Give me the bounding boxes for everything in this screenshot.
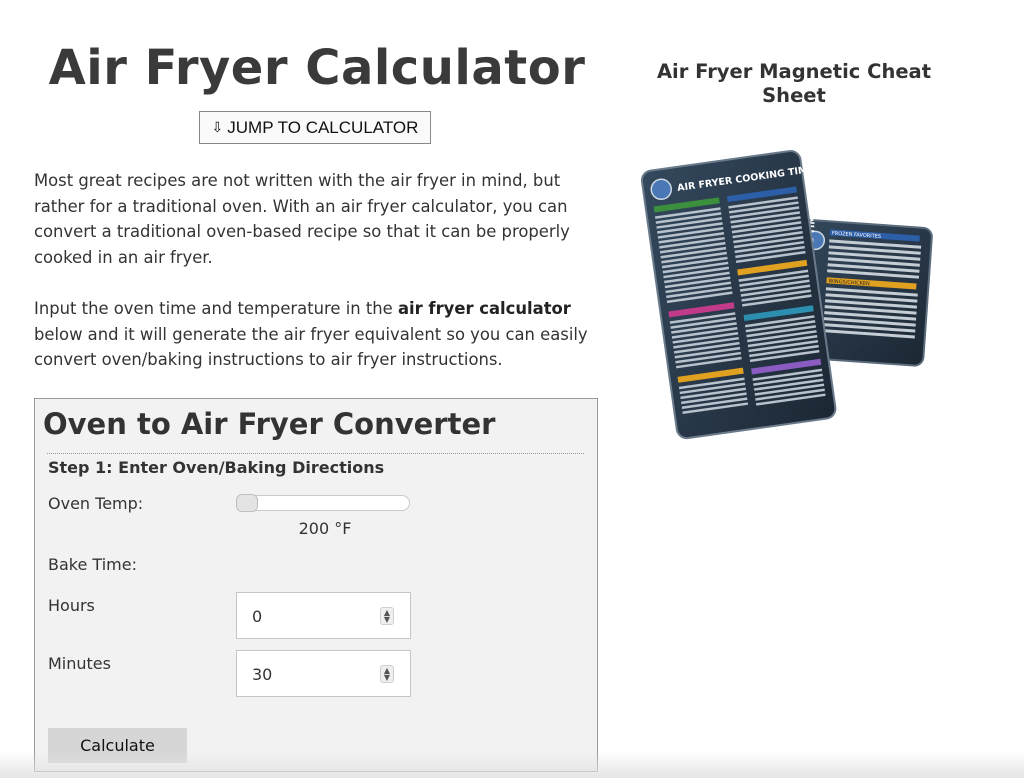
minutes-value: 30: [252, 665, 273, 684]
oven-temp-slider-thumb[interactable]: [236, 494, 258, 512]
hours-input[interactable]: 0 ▲ ▼: [236, 592, 411, 639]
intro-paragraph-2: Input the oven time and temperature in t…: [34, 296, 600, 373]
converter-title: Oven to Air Fryer Converter: [43, 407, 496, 441]
step-1-label: Step 1: Enter Oven/Baking Directions: [48, 458, 385, 477]
intro-text-after: below and it will generate the air fryer…: [34, 324, 588, 370]
jump-button-label: JUMP TO CALCULATOR: [227, 117, 419, 137]
minutes-spinner-icon[interactable]: ▲ ▼: [380, 665, 394, 683]
down-arrow-icon: ⇩: [211, 119, 224, 135]
hours-value: 0: [252, 607, 263, 626]
oven-temp-readout: 200 °F: [298, 519, 352, 538]
minutes-label: Minutes: [48, 654, 111, 673]
bottom-fade: [0, 752, 1024, 778]
converter-divider: [47, 453, 584, 454]
jump-to-calculator-button[interactable]: ⇩ JUMP TO CALCULATOR: [199, 111, 431, 144]
intro-bold-term: air fryer calculator: [397, 299, 571, 318]
hours-label: Hours: [48, 596, 95, 615]
bake-time-label: Bake Time:: [48, 555, 137, 574]
hours-spinner-icon[interactable]: ▲ ▼: [380, 607, 394, 625]
cheat-sheet-title: Air Fryer Magnetic Cheat Sheet: [656, 60, 932, 107]
oven-temp-slider[interactable]: [236, 494, 410, 512]
page-title: Air Fryer Calculator: [48, 40, 586, 96]
minutes-input[interactable]: 30 ▲ ▼: [236, 650, 411, 697]
intro-text-before: Input the oven time and temperature in t…: [34, 299, 398, 318]
cheat-sheet-product-image[interactable]: FROZEN FAVORITES WINGS/CHICKEN AIR FRYER…: [640, 130, 950, 440]
oven-temp-label: Oven Temp:: [48, 494, 144, 513]
converter-panel: Oven to Air Fryer Converter Step 1: Ente…: [34, 398, 598, 772]
intro-paragraph-1: Most great recipes are not written with …: [34, 171, 570, 267]
